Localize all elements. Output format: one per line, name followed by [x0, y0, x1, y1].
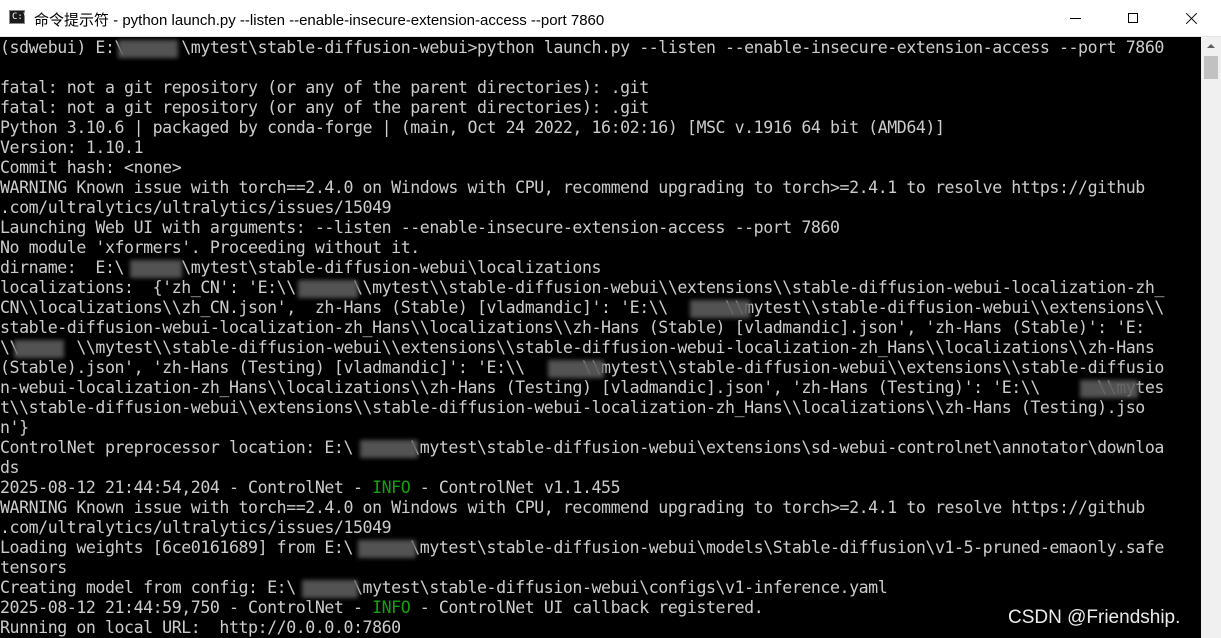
console-line: Commit hash: <none> — [0, 158, 1201, 178]
console-text: - ControlNet UI callback registered. — [410, 598, 764, 617]
console-line: tensors — [0, 558, 1201, 578]
window-title: 命令提示符 - python launch.py --listen --enab… — [34, 12, 605, 29]
console-text: CN\\localizations\\zh_CN.json', zh-Hans … — [0, 298, 1164, 317]
redaction-mask — [302, 580, 358, 598]
minimize-icon — [1069, 17, 1081, 19]
console-text: WARNING Known issue with torch==2.4.0 on… — [0, 178, 1145, 197]
console-line: Launching Web UI with arguments: --liste… — [0, 218, 1201, 238]
console-text: Loading weights [6ce0161689] from E:\ \m… — [0, 538, 1164, 557]
console-text: Version: 1.10.1 — [0, 138, 144, 157]
console-line: n'} — [0, 418, 1201, 438]
watermark: CSDN @Friendship. — [1008, 607, 1181, 628]
console-text: fatal: not a git repository (or any of t… — [0, 98, 649, 117]
console-text: n'} — [0, 418, 29, 437]
console-text: Python 3.10.6 | packaged by conda-forge … — [0, 118, 945, 137]
chevron-up-icon — [1207, 43, 1215, 48]
redaction-mask — [358, 540, 416, 558]
console-text: - ControlNet v1.1.455 — [410, 478, 621, 497]
console-text: .com/ultralytics/ultralytics/issues/1504… — [0, 198, 392, 217]
cmd-icon[interactable]: C:\ — [9, 10, 29, 24]
console-text: ControlNet preprocessor location: E:\ \m… — [0, 438, 1164, 457]
redaction-mask — [1080, 380, 1138, 398]
maximize-icon — [1128, 13, 1138, 23]
console-line: ds — [0, 458, 1201, 478]
console-text: n-webui-localization-zh_Hans\\localizati… — [0, 378, 1164, 397]
console-text: fatal: not a git repository (or any of t… — [0, 78, 649, 97]
console-text: stable-diffusion-webui-localization-zh_H… — [0, 318, 1145, 337]
console-line: Loading weights [6ce0161689] from E:\ \m… — [0, 538, 1201, 558]
console-line: Creating model from config: E:\ \mytest\… — [0, 578, 1201, 598]
redaction-mask — [130, 260, 182, 278]
console-line: CN\\localizations\\zh_CN.json', zh-Hans … — [0, 298, 1201, 318]
console-text: Running on local URL: http://0.0.0.0:786… — [0, 618, 401, 637]
console-text: .com/ultralytics/ultralytics/issues/1504… — [0, 518, 392, 537]
console-line: Version: 1.10.1 — [0, 138, 1201, 158]
console-line: fatal: not a git repository (or any of t… — [0, 98, 1201, 118]
console-text: dirname: E:\ \mytest\stable-diffusion-we… — [0, 258, 602, 277]
console-line: t\\stable-diffusion-webui\\extensions\\s… — [0, 398, 1201, 418]
console-line: .com/ultralytics/ultralytics/issues/1504… — [0, 518, 1201, 538]
close-button[interactable] — [1162, 0, 1220, 36]
console-line: WARNING Known issue with torch==2.4.0 on… — [0, 178, 1201, 198]
console-line: .com/ultralytics/ultralytics/issues/1504… — [0, 198, 1201, 218]
console-line: localizations: {'zh_CN': 'E:\\ \\mytest\… — [0, 278, 1201, 298]
title-bar: C:\ 命令提示符 - python launch.py --listen --… — [0, 0, 1221, 37]
console-line: ControlNet preprocessor location: E:\ \m… — [0, 438, 1201, 458]
vertical-scrollbar[interactable] — [1201, 37, 1221, 638]
maximize-button[interactable] — [1104, 0, 1162, 36]
scroll-up-button[interactable] — [1201, 37, 1221, 54]
redaction-mask — [118, 40, 178, 58]
console-line: fatal: not a git repository (or any of t… — [0, 78, 1201, 98]
console-text: 2025-08-12 21:44:59,750 - ControlNet - — [0, 598, 373, 617]
console-line: \\ \\mytest\\stable-diffusion-webui\\ext… — [0, 338, 1201, 358]
console-text: 2025-08-12 21:44:54,204 - ControlNet - — [0, 478, 373, 497]
log-level-info: INFO — [372, 598, 411, 617]
redaction-mask — [14, 340, 64, 358]
console-text: Creating model from config: E:\ \mytest\… — [0, 578, 888, 597]
console-output[interactable]: (sdwebui) E:\ \mytest\stable-diffusion-w… — [0, 37, 1201, 638]
console-text: Launching Web UI with arguments: --liste… — [0, 218, 840, 237]
cmd-icon-glyph: C:\ — [12, 12, 29, 22]
redaction-mask — [298, 280, 358, 298]
console-text: WARNING Known issue with torch==2.4.0 on… — [0, 498, 1145, 517]
scroll-thumb[interactable] — [1204, 56, 1218, 79]
console-text: localizations: {'zh_CN': 'E:\\ \\mytest\… — [0, 278, 1164, 297]
console-text: ds — [0, 458, 20, 477]
console-line: (sdwebui) E:\ \mytest\stable-diffusion-w… — [0, 38, 1201, 58]
redaction-mask — [360, 440, 418, 458]
console-line: 2025-08-12 21:44:54,204 - ControlNet - I… — [0, 478, 1201, 498]
console-line: stable-diffusion-webui-localization-zh_H… — [0, 318, 1201, 338]
close-icon — [1185, 12, 1198, 25]
console-text: t\\stable-diffusion-webui\\extensions\\s… — [0, 398, 1145, 417]
log-level-info: INFO — [372, 478, 411, 497]
console-line: No module 'xformers'. Proceeding without… — [0, 238, 1201, 258]
console-lines: (sdwebui) E:\ \mytest\stable-diffusion-w… — [0, 38, 1201, 638]
console-line: n-webui-localization-zh_Hans\\localizati… — [0, 378, 1201, 398]
minimize-button[interactable] — [1046, 0, 1104, 36]
redaction-mask — [690, 300, 750, 318]
console-text: No module 'xformers'. Proceeding without… — [0, 238, 420, 257]
console-line: Python 3.10.6 | packaged by conda-forge … — [0, 118, 1201, 138]
console-text: Commit hash: <none> — [0, 158, 182, 177]
console-text: tensors — [0, 558, 67, 577]
console-line: WARNING Known issue with torch==2.4.0 on… — [0, 498, 1201, 518]
console-text: \\ \\mytest\\stable-diffusion-webui\\ext… — [0, 338, 1155, 357]
redaction-mask — [548, 360, 604, 378]
